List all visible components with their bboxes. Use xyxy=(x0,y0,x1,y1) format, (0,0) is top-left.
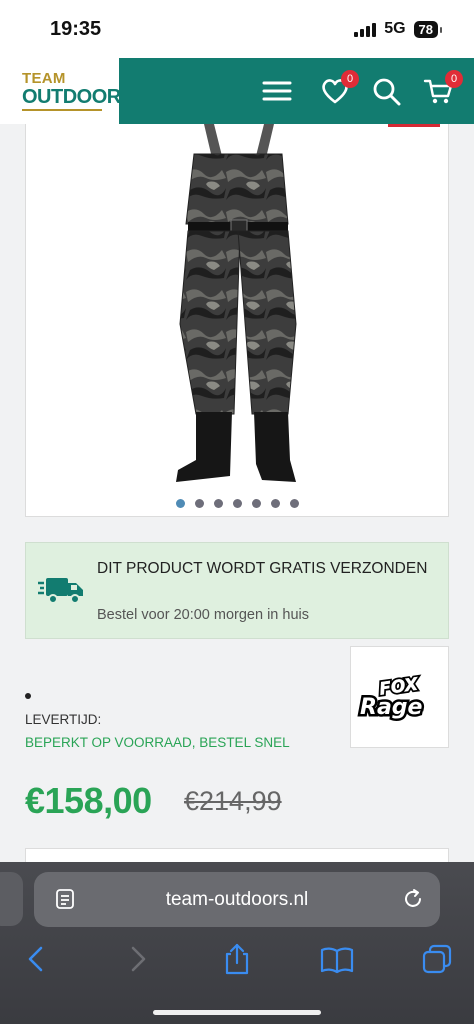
reload-icon[interactable] xyxy=(402,888,424,910)
delivery-truck-icon xyxy=(38,578,83,604)
logo-text-bottom: OUTDOORS xyxy=(22,86,134,108)
stock-status: BEPERKT OP VOORRAAD, BESTEL SNEL xyxy=(25,735,290,750)
carousel-dots xyxy=(26,499,448,508)
wishlist-count-badge: 0 xyxy=(341,70,359,88)
url-text: team-outdoors.nl xyxy=(165,889,309,910)
network-type: 5G xyxy=(384,20,406,37)
carousel-dot[interactable] xyxy=(251,499,261,508)
address-bar[interactable]: team-outdoors.nl xyxy=(34,872,440,927)
status-time: 19:35 xyxy=(50,18,102,40)
shipping-subtitle: Bestel voor 20:00 morgen in huis xyxy=(97,607,309,623)
brand-logo[interactable]: FOX FOX Rage Rage xyxy=(350,646,449,748)
home-indicator xyxy=(153,1010,321,1015)
site-logo[interactable]: TEAM OUTDOORS xyxy=(0,58,134,124)
carousel-dot[interactable] xyxy=(289,499,299,508)
product-image xyxy=(176,124,297,482)
free-shipping-notice: DIT PRODUCT WORDT GRATIS VERZONDEN Beste… xyxy=(25,542,449,639)
battery-icon: 78 xyxy=(413,20,443,38)
logo-text-top: TEAM xyxy=(22,70,66,87)
previous-tab-pill[interactable] xyxy=(0,872,23,926)
product-price: €158,00 xyxy=(25,780,152,821)
carousel-dot[interactable] xyxy=(270,499,280,508)
forward-icon[interactable] xyxy=(120,942,154,976)
share-icon[interactable] xyxy=(220,942,254,976)
tabs-icon[interactable] xyxy=(420,942,454,976)
fox-rage-logo: FOX FOX Rage Rage xyxy=(357,672,425,722)
svg-text:Rage: Rage xyxy=(360,695,423,720)
bookmarks-icon[interactable] xyxy=(320,942,354,976)
cart-button[interactable]: 0 xyxy=(423,70,463,106)
product-image-carousel[interactable] xyxy=(25,124,449,517)
browser-nav-row xyxy=(0,942,474,978)
wishlist-button[interactable]: 0 xyxy=(319,70,359,106)
list-bullet xyxy=(25,693,31,699)
site-header: TEAM OUTDOORS 0 0 xyxy=(0,58,474,124)
search-icon[interactable] xyxy=(371,76,403,106)
delivery-label: LEVERTIJD: xyxy=(25,712,102,727)
back-icon[interactable] xyxy=(20,942,54,976)
carousel-dot[interactable] xyxy=(194,499,204,508)
carousel-dot[interactable] xyxy=(213,499,223,508)
browser-toolbar: team-outdoors.nl xyxy=(0,862,474,1024)
cart-count-badge: 0 xyxy=(445,70,463,88)
status-indicators: 5G 78 xyxy=(354,20,443,38)
signal-icon xyxy=(354,21,377,37)
menu-icon[interactable] xyxy=(261,76,293,106)
status-bar: 19:35 5G 78 xyxy=(0,0,474,58)
carousel-dot[interactable] xyxy=(175,499,185,508)
carousel-dot[interactable] xyxy=(232,499,242,508)
header-toolbar: 0 0 xyxy=(119,58,474,124)
logo-underline xyxy=(22,109,102,111)
original-price: €214,99 xyxy=(184,786,282,816)
shipping-title: DIT PRODUCT WORDT GRATIS VERZONDEN xyxy=(97,560,428,577)
